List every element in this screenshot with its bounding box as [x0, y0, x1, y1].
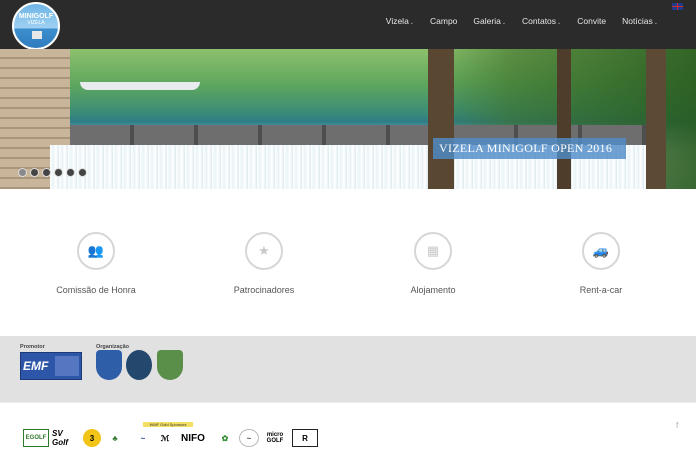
logo-flag-icon — [32, 31, 42, 39]
emf-logo[interactable]: EMF — [20, 352, 82, 380]
sponsor-text: EGOLF — [25, 435, 47, 441]
sponsor-text: ~ — [246, 433, 252, 443]
feature-patrocinadores[interactable]: ★ Patrocinadores — [179, 232, 349, 295]
sponsor-logo[interactable]: ~ — [129, 429, 157, 447]
car-icon: 🚙 — [582, 232, 620, 270]
sponsor-logo[interactable]: ♣ — [106, 429, 124, 447]
facebook-icon[interactable]: f — [676, 421, 678, 430]
logo-subtitle: VIZELA — [27, 20, 45, 26]
club-crest-logo[interactable] — [96, 350, 122, 380]
sponsor-text: R — [302, 433, 308, 443]
sponsor-text: ✿ — [221, 433, 229, 443]
eu-stars-icon — [55, 356, 79, 376]
federation-seal-logo[interactable] — [126, 350, 152, 380]
slider-dot[interactable] — [42, 168, 51, 177]
nav-item-convite[interactable]: Convite — [569, 16, 614, 26]
chevron-down-icon: ⌄ — [501, 20, 507, 26]
sponsor-logo[interactable]: SV Golf — [52, 429, 79, 447]
features-section: 👥 Comissão de Honra ★ Patrocinadores ▦ A… — [0, 189, 696, 336]
sponsor-text: SV Golf — [52, 429, 68, 447]
nav-item-campo[interactable]: Campo — [422, 16, 465, 26]
chevron-down-icon: ⌄ — [409, 20, 414, 26]
sponsor-text: ℳ — [160, 433, 170, 443]
sponsor-text: micro GOLF — [266, 432, 284, 444]
nav-item-noticias[interactable]: Notícias⌄ — [614, 16, 666, 26]
sponsor-text: ♣ — [112, 433, 118, 443]
nav-label: Vizela — [385, 16, 409, 26]
slider-dot[interactable] — [66, 168, 75, 177]
feature-label: Patrocinadores — [233, 285, 295, 295]
municipality-crest-logo[interactable] — [157, 350, 183, 380]
logo-title: MINIGOLF — [18, 13, 54, 20]
building-icon: ▦ — [414, 232, 452, 270]
slider-dot[interactable] — [78, 168, 87, 177]
slider-dot[interactable] — [54, 168, 63, 177]
feature-alojamento[interactable]: ▦ Alojamento — [348, 232, 518, 295]
site-header: MINIGOLF VIZELA Vizela⌄ Campo Galeria⌄ C… — [0, 0, 696, 50]
sponsor-text: NIFO — [181, 432, 205, 444]
users-icon: 👥 — [77, 232, 115, 270]
sponsor-logo[interactable]: NIFO — [175, 429, 211, 447]
sponsor-logo[interactable]: EGOLF — [23, 429, 49, 447]
nav-label: Notícias — [622, 16, 653, 26]
slider-dot[interactable] — [30, 168, 39, 177]
sponsor-logo[interactable]: R — [292, 429, 318, 447]
star-icon: ★ — [245, 232, 283, 270]
feature-comissao-de-honra[interactable]: 👥 Comissão de Honra — [11, 232, 181, 295]
sponsor-text: 3 — [89, 433, 95, 443]
promoter-label: Promotor — [20, 344, 45, 350]
chevron-down-icon: ⌄ — [557, 20, 562, 26]
hero-boat — [80, 82, 200, 90]
nav-label: Galeria — [473, 16, 501, 26]
nav-item-galeria[interactable]: Galeria⌄ — [465, 16, 514, 26]
nav-label: Campo — [430, 16, 458, 26]
sponsor-logo[interactable]: micro GOLF — [262, 429, 288, 447]
sponsor-logo[interactable]: ~ — [239, 429, 259, 447]
feature-label: Comissão de Honra — [56, 285, 136, 295]
slider-dots — [18, 168, 87, 177]
hero-slider — [0, 49, 696, 189]
minigolf-vizela-logo[interactable]: MINIGOLF VIZELA — [12, 2, 60, 50]
nav-item-vizela[interactable]: Vizela⌄ — [378, 16, 422, 26]
main-nav: Vizela⌄ Campo Galeria⌄ Contatos⌄ Convite… — [378, 16, 666, 26]
sponsor-logo[interactable]: ℳ — [159, 429, 171, 447]
hero-tree-trunk — [557, 49, 571, 189]
hero-tree-trunk — [646, 49, 666, 189]
sponsor-text: ~ — [140, 433, 146, 443]
nav-item-contatos[interactable]: Contatos⌄ — [514, 16, 569, 26]
sponsors-footer — [0, 402, 696, 449]
slider-dot[interactable] — [18, 168, 27, 177]
nav-label: Contatos — [522, 16, 557, 26]
sponsor-logo[interactable]: ✿ — [215, 429, 235, 447]
hero-caption: VIZELA MINIGOLF OPEN 2016 — [433, 138, 626, 159]
gold-sponsors-label: WMF Gold Sponsors — [143, 422, 193, 427]
english-flag-icon[interactable] — [672, 3, 683, 10]
feature-label: Rent-a-car — [579, 285, 623, 295]
nav-label: Convite — [577, 16, 607, 26]
hero-tree-trunk — [428, 49, 454, 189]
emf-logo-text: EMF — [23, 359, 49, 373]
feature-label: Alojamento — [410, 285, 456, 295]
chevron-down-icon: ⌄ — [653, 20, 658, 26]
feature-rent-a-car[interactable]: 🚙 Rent-a-car — [516, 232, 686, 295]
sponsor-logo[interactable]: 3 — [83, 429, 101, 447]
